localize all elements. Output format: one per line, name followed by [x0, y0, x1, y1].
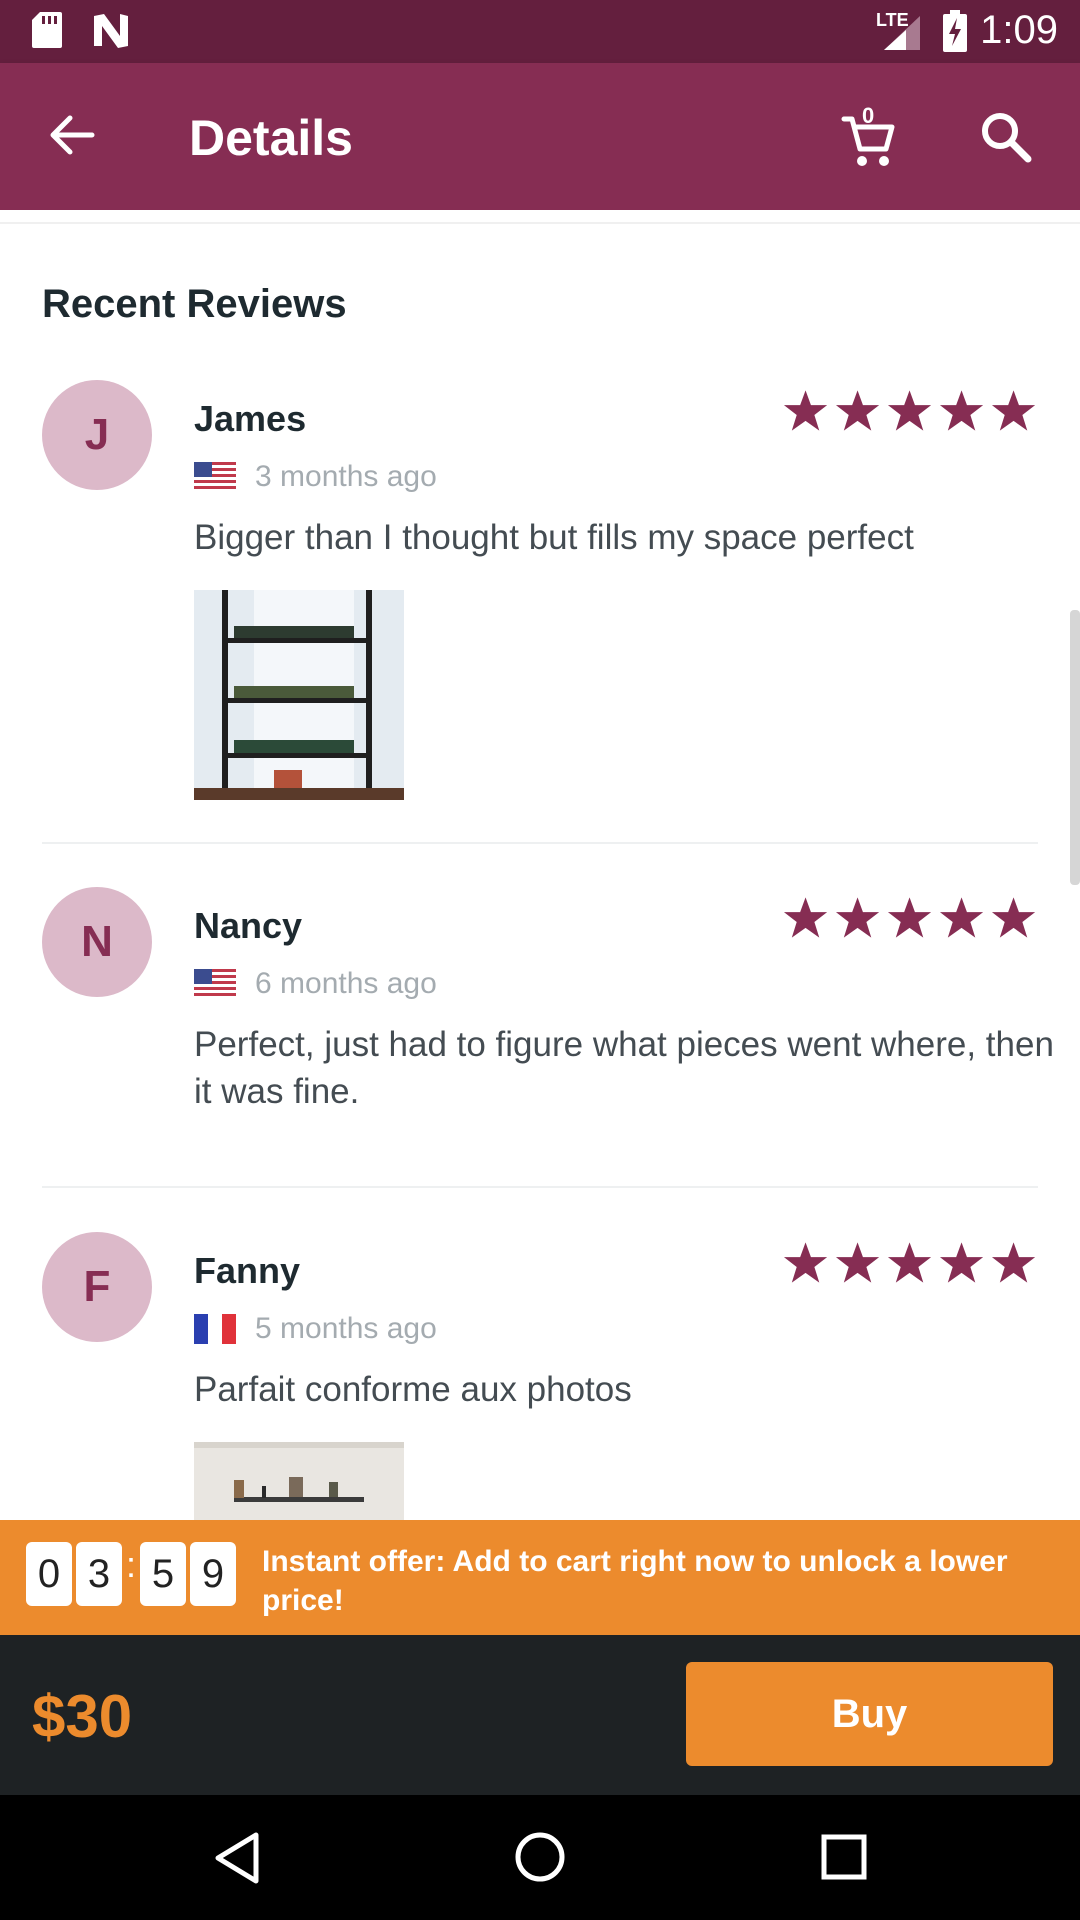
- star-rating: [783, 390, 1036, 431]
- search-icon[interactable]: [978, 109, 1034, 165]
- n-notification-icon: [94, 14, 128, 48]
- star-icon: [991, 1242, 1036, 1283]
- review-time: 3 months ago: [255, 460, 437, 493]
- reviewer-name: Nancy: [194, 905, 303, 946]
- back-arrow-icon[interactable]: [46, 109, 98, 161]
- us-flag-icon: [194, 969, 236, 999]
- review-photo[interactable]: [194, 590, 404, 800]
- recents-nav-icon[interactable]: [820, 1833, 868, 1881]
- shelf-photo-image: [194, 590, 404, 800]
- section-title: Recent Reviews: [42, 282, 347, 326]
- clock-time: 1:09: [980, 8, 1058, 52]
- review-time: 6 months ago: [255, 967, 437, 1000]
- reviewer-name: Fanny: [194, 1250, 301, 1291]
- review-divider: [42, 842, 1038, 844]
- star-icon: [939, 1242, 984, 1283]
- app-bar: Details 0: [0, 63, 1080, 210]
- buy-button[interactable]: Buy: [686, 1662, 1053, 1766]
- page-title: Details: [189, 110, 353, 166]
- countdown-digit: 0: [26, 1542, 72, 1606]
- star-icon: [887, 1242, 932, 1283]
- cell-signal-icon: [884, 16, 920, 50]
- star-icon: [783, 897, 828, 938]
- reviews-section: Recent Reviews J James 3 months ago Bigg…: [0, 210, 1080, 1520]
- star-icon: [991, 897, 1036, 938]
- review-card: N Nancy 6 months ago Perfect, just had t…: [0, 887, 1080, 1187]
- star-icon: [887, 897, 932, 938]
- star-icon: [887, 390, 932, 431]
- cart-count-badge: 0: [862, 103, 875, 128]
- star-icon: [835, 897, 880, 938]
- review-text: Parfait conforme aux photos: [194, 1370, 632, 1409]
- review-text: Perfect, just had to figure what pieces …: [194, 1025, 1054, 1111]
- review-card: F Fanny 5 months ago Parfait conforme au…: [0, 1232, 1080, 1520]
- review-text: Bigger than I thought but fills my space…: [194, 518, 914, 557]
- review-time: 5 months ago: [255, 1312, 437, 1345]
- reviewer-name: James: [194, 398, 307, 439]
- countdown-digit: 5: [140, 1542, 186, 1606]
- star-rating: [783, 897, 1036, 938]
- star-icon: [939, 897, 984, 938]
- sd-card-icon: [32, 12, 62, 48]
- back-nav-icon[interactable]: [212, 1831, 262, 1885]
- star-icon: [991, 390, 1036, 431]
- status-bar: LTE 1:09: [0, 0, 1080, 63]
- wall-shelf-photo-image: [194, 1442, 404, 1520]
- star-rating: [783, 1242, 1036, 1283]
- review-divider: [42, 1186, 1038, 1188]
- purchase-bar: $30 Buy: [0, 1635, 1080, 1795]
- star-icon: [835, 1242, 880, 1283]
- review-photo[interactable]: [194, 1442, 404, 1520]
- star-icon: [835, 390, 880, 431]
- star-icon: [939, 390, 984, 431]
- fr-flag-icon: [194, 1314, 236, 1344]
- star-icon: [783, 390, 828, 431]
- system-nav-bar: [0, 1795, 1080, 1920]
- top-divider: [0, 222, 1080, 224]
- countdown-separator: :: [126, 1544, 137, 1585]
- instant-offer-banner: 0 3 : 5 9 Instant offer: Add to cart rig…: [0, 1520, 1080, 1635]
- countdown-digit: 9: [190, 1542, 236, 1606]
- us-flag-icon: [194, 462, 236, 492]
- battery-charging-icon: [943, 10, 967, 52]
- scrollbar-thumb[interactable]: [1070, 610, 1080, 885]
- avatar: F: [42, 1232, 152, 1342]
- avatar: N: [42, 887, 152, 997]
- review-card: J James 3 months ago Bigger than I thoug…: [0, 380, 1080, 840]
- star-icon: [783, 1242, 828, 1283]
- home-nav-icon[interactable]: [514, 1831, 566, 1883]
- countdown-digit: 3: [76, 1542, 122, 1606]
- avatar: J: [42, 380, 152, 490]
- price: $30: [32, 1683, 133, 1750]
- offer-text: Instant offer: Add to cart right now to …: [262, 1545, 1008, 1617]
